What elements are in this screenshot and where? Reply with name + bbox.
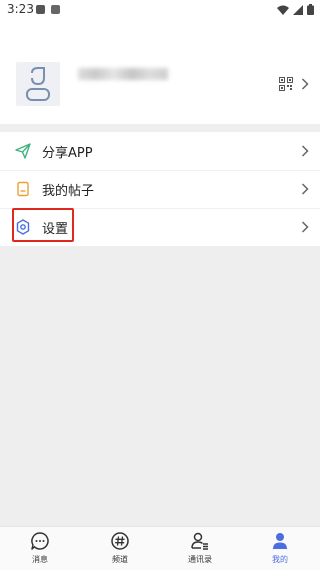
tab-messages[interactable]: 消息 [0,527,80,570]
document-icon [17,181,29,197]
username-obscured [78,68,168,80]
chevron-right-icon [301,145,309,157]
settings-highlight-box [12,208,74,242]
tab-label: 通讯录 [188,555,212,564]
hash-icon [111,532,129,550]
chevron-right-icon [301,221,309,233]
notification-icon [36,5,45,14]
tab-label: 频道 [112,555,128,564]
tab-contacts[interactable]: 通讯录 [160,527,240,570]
tab-mine[interactable]: 我的 [240,527,320,570]
menu-item-share-app[interactable]: 分享APP [0,132,320,170]
wifi-icon [277,5,289,15]
status-time: 3:23 [7,2,34,16]
signal-icon [293,4,303,15]
chevron-right-icon [301,78,309,90]
contacts-icon [191,532,208,550]
profile-header[interactable] [0,20,320,124]
empty-content-area [0,246,320,526]
battery-icon [307,4,314,15]
status-bar: 3:23 [0,0,320,20]
tab-label: 我的 [272,555,288,564]
menu-item-label: 分享APP [42,146,93,161]
menu-item-label: 我的帖子 [42,184,95,199]
app-notification-icon [51,5,60,14]
menu-item-my-posts[interactable]: 我的帖子 [0,170,320,208]
section-divider [0,124,320,132]
qr-code-icon[interactable] [279,77,293,91]
bottom-nav: 消息 频道 通讯录 我的 [0,526,320,570]
person-icon [273,533,287,549]
chevron-right-icon [301,183,309,195]
send-icon [15,143,31,159]
tab-channels[interactable]: 频道 [80,527,160,570]
tab-label: 消息 [32,555,48,564]
chat-icon [31,532,49,550]
avatar[interactable] [16,62,60,106]
default-avatar-icon [26,67,50,101]
